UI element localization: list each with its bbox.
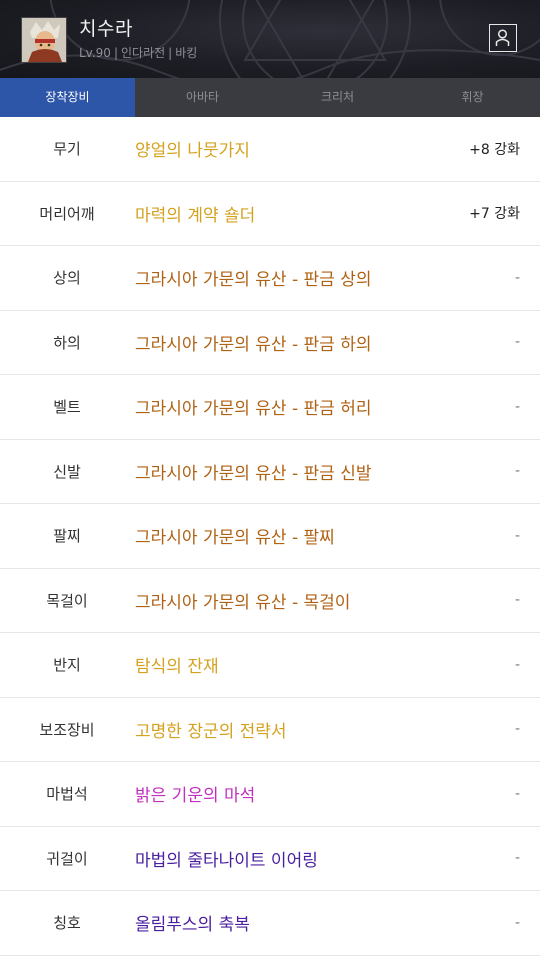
tab-avatar[interactable]: 아바타 bbox=[135, 78, 270, 117]
equipment-item-name[interactable]: 양얼의 나뭇가지 bbox=[135, 117, 250, 181]
equipment-row[interactable]: 귀걸이 마법의 줄타나이트 이어링 - bbox=[0, 827, 540, 891]
character-level: Lv.90 bbox=[79, 46, 111, 60]
character-info: Lv.90 | 인다라전 | 바킹 bbox=[79, 44, 197, 61]
equipment-slot-label: 반지 bbox=[53, 656, 81, 675]
equipment-row[interactable]: 벨트 그라시아 가문의 유산 - 판금 허리 - bbox=[0, 375, 540, 440]
equipment-enhance-level: - bbox=[514, 527, 520, 544]
equipment-slot-label: 귀걸이 bbox=[46, 849, 88, 868]
equipment-slot-label: 머리어깨 bbox=[39, 204, 95, 223]
tab-insignia[interactable]: 휘장 bbox=[405, 78, 540, 117]
info-divider: | bbox=[113, 46, 118, 60]
character-header: 치수라 Lv.90 | 인다라전 | 바킹 bbox=[0, 0, 540, 78]
equipment-row[interactable]: 하의 그라시아 가문의 유산 - 판금 하의 - bbox=[0, 311, 540, 375]
character-name: 치수라 bbox=[79, 18, 133, 40]
equipment-enhance-level: - bbox=[514, 334, 520, 351]
info-divider: | bbox=[168, 46, 173, 60]
equipment-enhance-level: - bbox=[514, 269, 520, 286]
equipment-slot-label: 보조장비 bbox=[39, 720, 95, 739]
equipment-slot-label: 마법석 bbox=[46, 785, 88, 804]
equipment-enhance-level: - bbox=[514, 656, 520, 673]
equipment-item-name[interactable]: 마법의 줄타나이트 이어링 bbox=[135, 827, 318, 891]
equipment-slot-label: 목걸이 bbox=[46, 591, 88, 610]
equipment-enhance-level: - bbox=[514, 592, 520, 609]
character-server: 인다라전 bbox=[121, 46, 166, 60]
equipment-slot-label: 벨트 bbox=[53, 398, 81, 417]
equipment-slot-label: 상의 bbox=[53, 269, 81, 288]
equipment-row[interactable]: 무기 양얼의 나뭇가지 +8 강화 bbox=[0, 117, 540, 182]
equipment-item-name[interactable]: 그라시아 가문의 유산 - 판금 허리 bbox=[135, 375, 371, 439]
equipment-item-name[interactable]: 그라시아 가문의 유산 - 팔찌 bbox=[135, 504, 335, 568]
equipment-tabs: 장착장비 아바타 크리처 휘장 bbox=[0, 78, 540, 117]
equipment-enhance-level: - bbox=[514, 914, 520, 931]
equipment-list: 무기 양얼의 나뭇가지 +8 강화 머리어깨 마력의 계약 숄더 +7 강화 상의 그라시아 … bbox=[0, 117, 540, 956]
equipment-enhance-level: - bbox=[514, 721, 520, 738]
equipment-item-name[interactable]: 그라시아 가문의 유산 - 목걸이 bbox=[135, 569, 350, 633]
equipment-enhance-level: - bbox=[514, 398, 520, 415]
equipment-row[interactable]: 목걸이 그라시아 가문의 유산 - 목걸이 - bbox=[0, 569, 540, 633]
equipment-slot-label: 신발 bbox=[53, 462, 81, 481]
equipment-enhance-level: +7 강화 bbox=[469, 206, 520, 223]
profile-button[interactable] bbox=[489, 24, 517, 52]
equipment-row[interactable]: 보조장비 고명한 장군의 전략서 - bbox=[0, 698, 540, 762]
equipment-item-name[interactable]: 고명한 장군의 전략서 bbox=[135, 698, 287, 762]
equipment-item-name[interactable]: 올림푸스의 축복 bbox=[135, 891, 250, 955]
equipment-item-name[interactable]: 마력의 계약 숄더 bbox=[135, 182, 255, 246]
equipment-item-name[interactable]: 그라시아 가문의 유산 - 판금 신발 bbox=[135, 440, 371, 504]
equipment-row[interactable]: 상의 그라시아 가문의 유산 - 판금 상의 - bbox=[0, 246, 540, 311]
person-icon bbox=[495, 29, 510, 46]
equipment-row[interactable]: 마법석 밝은 기운의 마석 - bbox=[0, 762, 540, 827]
equipment-enhance-level: - bbox=[514, 850, 520, 867]
equipment-item-name[interactable]: 그라시아 가문의 유산 - 판금 상의 bbox=[135, 246, 371, 310]
equipment-enhance-level: +8 강화 bbox=[469, 141, 520, 158]
tab-equipment[interactable]: 장착장비 bbox=[0, 78, 135, 117]
character-job: 바킹 bbox=[175, 46, 198, 60]
equipment-row[interactable]: 신발 그라시아 가문의 유산 - 판금 신발 - bbox=[0, 440, 540, 504]
equipment-enhance-level: - bbox=[514, 463, 520, 480]
tab-creature[interactable]: 크리처 bbox=[270, 78, 405, 117]
equipment-slot-label: 무기 bbox=[53, 140, 81, 159]
equipment-slot-label: 칭호 bbox=[53, 914, 81, 933]
equipment-item-name[interactable]: 탐식의 잔재 bbox=[135, 633, 219, 697]
equipment-item-name[interactable]: 그라시아 가문의 유산 - 판금 하의 bbox=[135, 311, 371, 375]
equipment-item-name[interactable]: 밝은 기운의 마석 bbox=[135, 762, 255, 826]
equipment-slot-label: 팔찌 bbox=[53, 527, 81, 546]
equipment-slot-label: 하의 bbox=[53, 333, 81, 352]
equipment-row[interactable]: 반지 탐식의 잔재 - bbox=[0, 633, 540, 698]
equipment-row[interactable]: 머리어깨 마력의 계약 숄더 +7 강화 bbox=[0, 182, 540, 246]
equipment-row[interactable]: 칭호 올림푸스의 축복 - bbox=[0, 891, 540, 956]
character-avatar[interactable] bbox=[21, 17, 67, 63]
equipment-row[interactable]: 팔찌 그라시아 가문의 유산 - 팔찌 - bbox=[0, 504, 540, 569]
character-portrait-icon bbox=[22, 18, 66, 62]
equipment-enhance-level: - bbox=[514, 785, 520, 802]
